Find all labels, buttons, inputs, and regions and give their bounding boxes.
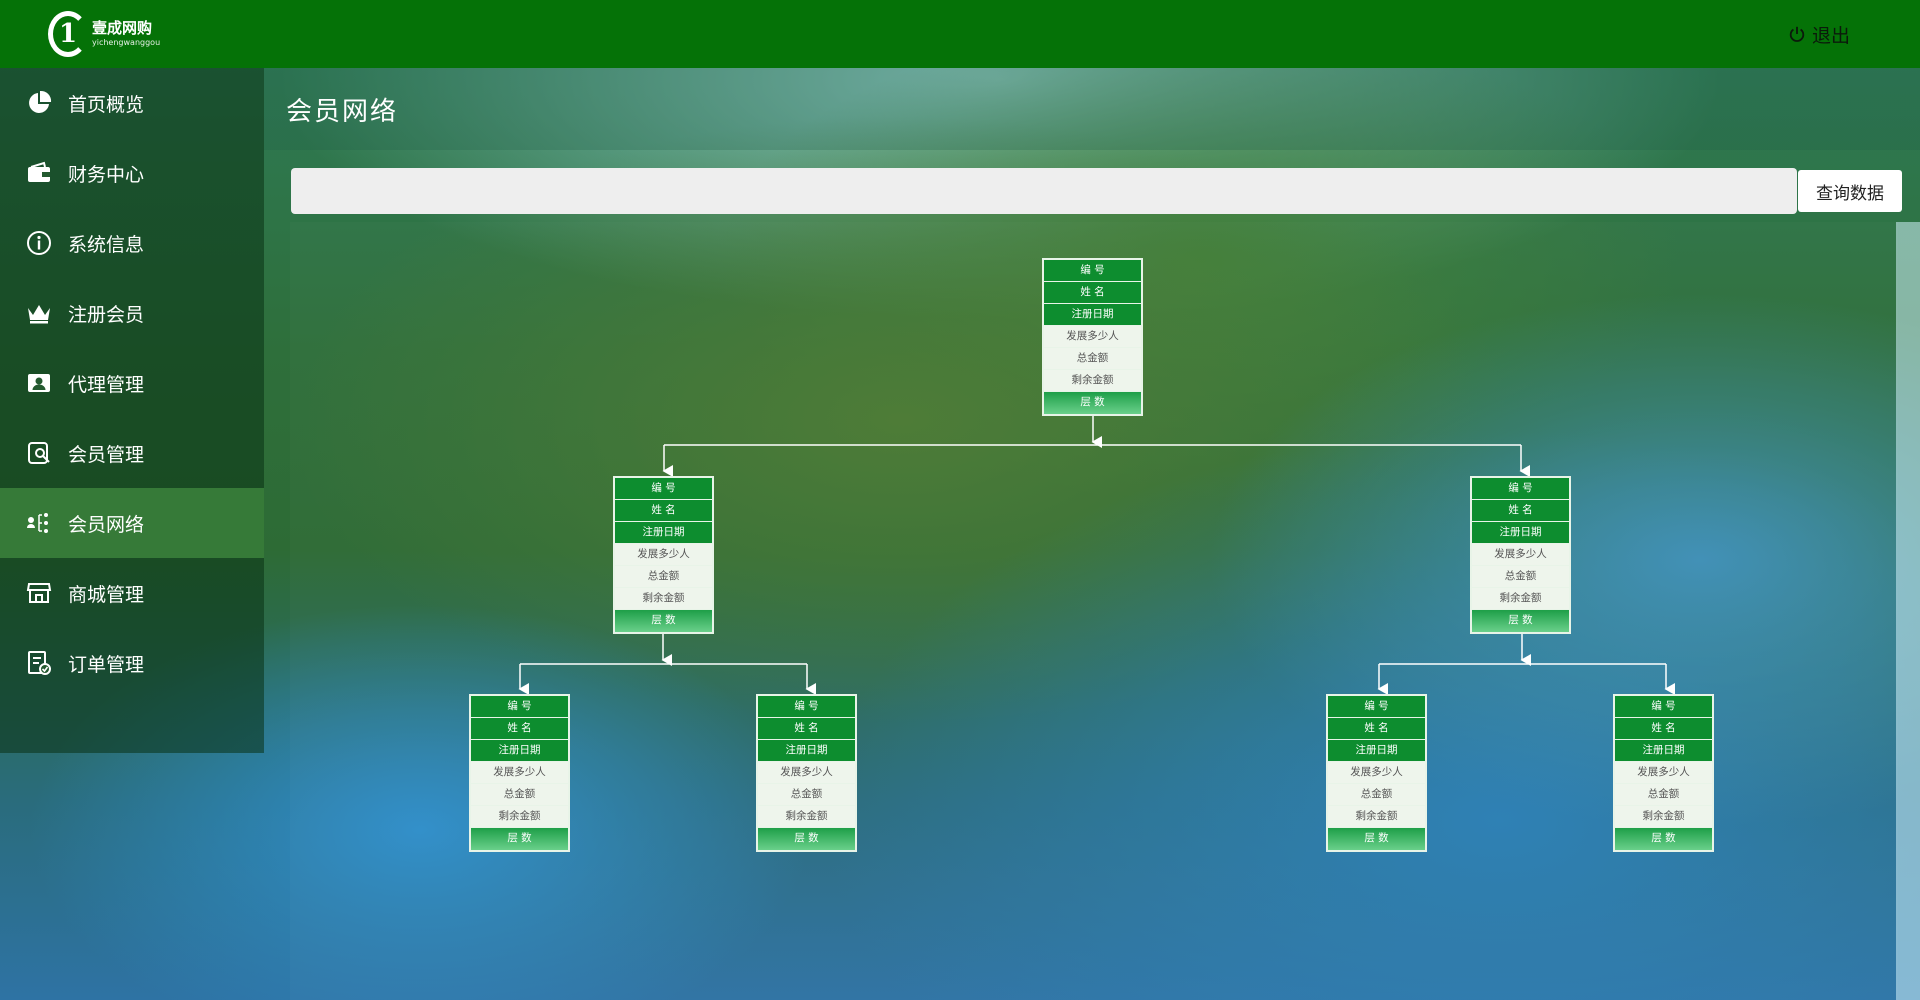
node-remaining-amount-row: 剩余金额 bbox=[1044, 370, 1141, 392]
sidebar-item-store-management[interactable]: 商城管理 bbox=[0, 558, 264, 628]
logo-pinyin: yichengwanggou bbox=[92, 38, 161, 47]
node-remaining-amount-row: 剩余金额 bbox=[1328, 806, 1425, 828]
member-search-icon bbox=[26, 440, 52, 466]
node-register-date-row: 注册日期 bbox=[1328, 740, 1425, 762]
page-title-bar: 会员网络 bbox=[264, 68, 1920, 150]
sidebar-item-label: 代理管理 bbox=[68, 373, 145, 396]
page-title: 会员网络 bbox=[286, 96, 399, 127]
node-name-row: 姓 名 bbox=[1044, 282, 1141, 304]
node-level-row: 层 数 bbox=[1472, 610, 1569, 632]
node-register-date-row: 注册日期 bbox=[1615, 740, 1712, 762]
tree-node-right-left[interactable]: 编 号姓 名注册日期 发展多少人 总金额 剩余金额层 数 bbox=[1326, 694, 1427, 852]
node-remaining-amount-row: 剩余金额 bbox=[758, 806, 855, 828]
node-referrals-row: 发展多少人 bbox=[1615, 762, 1712, 784]
sidebar: 首页概览 财务中心 系统信息 注册会员 代理管理 会员管理 会员网络 商城管理 … bbox=[0, 68, 264, 753]
node-id-row: 编 号 bbox=[615, 478, 712, 500]
node-level-row: 层 数 bbox=[615, 610, 712, 632]
node-level-row: 层 数 bbox=[758, 828, 855, 850]
order-icon bbox=[26, 650, 52, 676]
sidebar-item-system-info[interactable]: 系统信息 bbox=[0, 208, 264, 278]
node-name-row: 姓 名 bbox=[1328, 718, 1425, 740]
node-total-amount-row: 总金额 bbox=[758, 784, 855, 806]
node-id-row: 编 号 bbox=[1472, 478, 1569, 500]
sidebar-item-label: 财务中心 bbox=[68, 163, 145, 186]
pie-chart-icon bbox=[26, 90, 52, 116]
node-referrals-row: 发展多少人 bbox=[758, 762, 855, 784]
tree-node-right[interactable]: 编 号姓 名注册日期 发展多少人 总金额 剩余金额层 数 bbox=[1470, 476, 1571, 634]
node-name-row: 姓 名 bbox=[615, 500, 712, 522]
tree-node-left-left[interactable]: 编 号姓 名注册日期 发展多少人 总金额 剩余金额层 数 bbox=[469, 694, 570, 852]
node-name-row: 姓 名 bbox=[758, 718, 855, 740]
logout-label: 退出 bbox=[1811, 24, 1850, 47]
crown-icon bbox=[26, 300, 52, 326]
node-total-amount-row: 总金额 bbox=[1615, 784, 1712, 806]
node-id-row: 编 号 bbox=[471, 696, 568, 718]
wallet-icon bbox=[26, 160, 52, 186]
sidebar-item-label: 订单管理 bbox=[68, 653, 145, 676]
node-id-row: 编 号 bbox=[1615, 696, 1712, 718]
node-remaining-amount-row: 剩余金额 bbox=[471, 806, 568, 828]
sidebar-item-member-network[interactable]: 会员网络 bbox=[0, 488, 264, 558]
id-card-icon bbox=[26, 370, 52, 396]
node-total-amount-row: 总金额 bbox=[1472, 566, 1569, 588]
network-icon bbox=[26, 510, 52, 536]
node-remaining-amount-row: 剩余金额 bbox=[1615, 806, 1712, 828]
node-name-row: 姓 名 bbox=[1615, 718, 1712, 740]
node-id-row: 编 号 bbox=[1044, 260, 1141, 282]
node-level-row: 层 数 bbox=[1044, 392, 1141, 414]
node-id-row: 编 号 bbox=[758, 696, 855, 718]
node-referrals-row: 发展多少人 bbox=[615, 544, 712, 566]
node-level-row: 层 数 bbox=[471, 828, 568, 850]
sidebar-item-order-management[interactable]: 订单管理 bbox=[0, 628, 264, 698]
logo-mark: 1 bbox=[48, 11, 88, 57]
node-register-date-row: 注册日期 bbox=[1044, 304, 1141, 326]
sidebar-item-overview[interactable]: 首页概览 bbox=[0, 68, 264, 138]
top-header: 1 壹成网购 yichengwanggou 退出 bbox=[0, 0, 1920, 68]
tree-node-right-right[interactable]: 编 号姓 名注册日期 发展多少人 总金额 剩余金额层 数 bbox=[1613, 694, 1714, 852]
node-referrals-row: 发展多少人 bbox=[1328, 762, 1425, 784]
sidebar-item-label: 会员管理 bbox=[68, 443, 145, 466]
sidebar-item-label: 商城管理 bbox=[68, 583, 145, 606]
info-icon bbox=[26, 230, 52, 256]
node-register-date-row: 注册日期 bbox=[1472, 522, 1569, 544]
logo[interactable]: 1 壹成网购 yichengwanggou bbox=[48, 11, 160, 57]
tree-node-left-right[interactable]: 编 号姓 名注册日期 发展多少人 总金额 剩余金额层 数 bbox=[756, 694, 857, 852]
node-register-date-row: 注册日期 bbox=[615, 522, 712, 544]
node-remaining-amount-row: 剩余金额 bbox=[1472, 588, 1569, 610]
node-name-row: 姓 名 bbox=[1472, 500, 1569, 522]
node-name-row: 姓 名 bbox=[471, 718, 568, 740]
node-total-amount-row: 总金额 bbox=[615, 566, 712, 588]
node-register-date-row: 注册日期 bbox=[471, 740, 568, 762]
sidebar-item-member-management[interactable]: 会员管理 bbox=[0, 418, 264, 488]
tree-node-left[interactable]: 编 号姓 名注册日期 发展多少人 总金额 剩余金额层 数 bbox=[613, 476, 714, 634]
sidebar-item-register-member[interactable]: 注册会员 bbox=[0, 278, 264, 348]
node-referrals-row: 发展多少人 bbox=[1472, 544, 1569, 566]
sidebar-item-label: 会员网络 bbox=[68, 513, 145, 536]
node-referrals-row: 发展多少人 bbox=[1044, 326, 1141, 348]
sidebar-item-label: 注册会员 bbox=[68, 303, 145, 326]
sidebar-item-label: 系统信息 bbox=[68, 233, 145, 256]
node-total-amount-row: 总金额 bbox=[1328, 784, 1425, 806]
node-level-row: 层 数 bbox=[1328, 828, 1425, 850]
node-referrals-row: 发展多少人 bbox=[471, 762, 568, 784]
tree-node-root[interactable]: 编 号姓 名注册日期 发展多少人 总金额 剩余金额层 数 bbox=[1042, 258, 1143, 416]
store-icon bbox=[26, 580, 52, 606]
node-total-amount-row: 总金额 bbox=[471, 784, 568, 806]
sidebar-item-agent-management[interactable]: 代理管理 bbox=[0, 348, 264, 418]
power-icon bbox=[1789, 26, 1805, 42]
logo-text: 壹成网购 yichengwanggou bbox=[92, 21, 160, 47]
right-scroll-strip[interactable] bbox=[1896, 222, 1920, 1000]
node-remaining-amount-row: 剩余金额 bbox=[615, 588, 712, 610]
node-total-amount-row: 总金额 bbox=[1044, 348, 1141, 370]
node-register-date-row: 注册日期 bbox=[758, 740, 855, 762]
sidebar-item-label: 首页概览 bbox=[68, 93, 145, 116]
sidebar-item-finance[interactable]: 财务中心 bbox=[0, 138, 264, 208]
search-input[interactable] bbox=[291, 168, 1797, 214]
logout-button[interactable]: 退出 bbox=[1788, 21, 1850, 48]
node-id-row: 编 号 bbox=[1328, 696, 1425, 718]
node-level-row: 层 数 bbox=[1615, 828, 1712, 850]
logo-name: 壹成网购 bbox=[92, 19, 153, 37]
query-data-button[interactable]: 查询数据 bbox=[1798, 170, 1902, 212]
